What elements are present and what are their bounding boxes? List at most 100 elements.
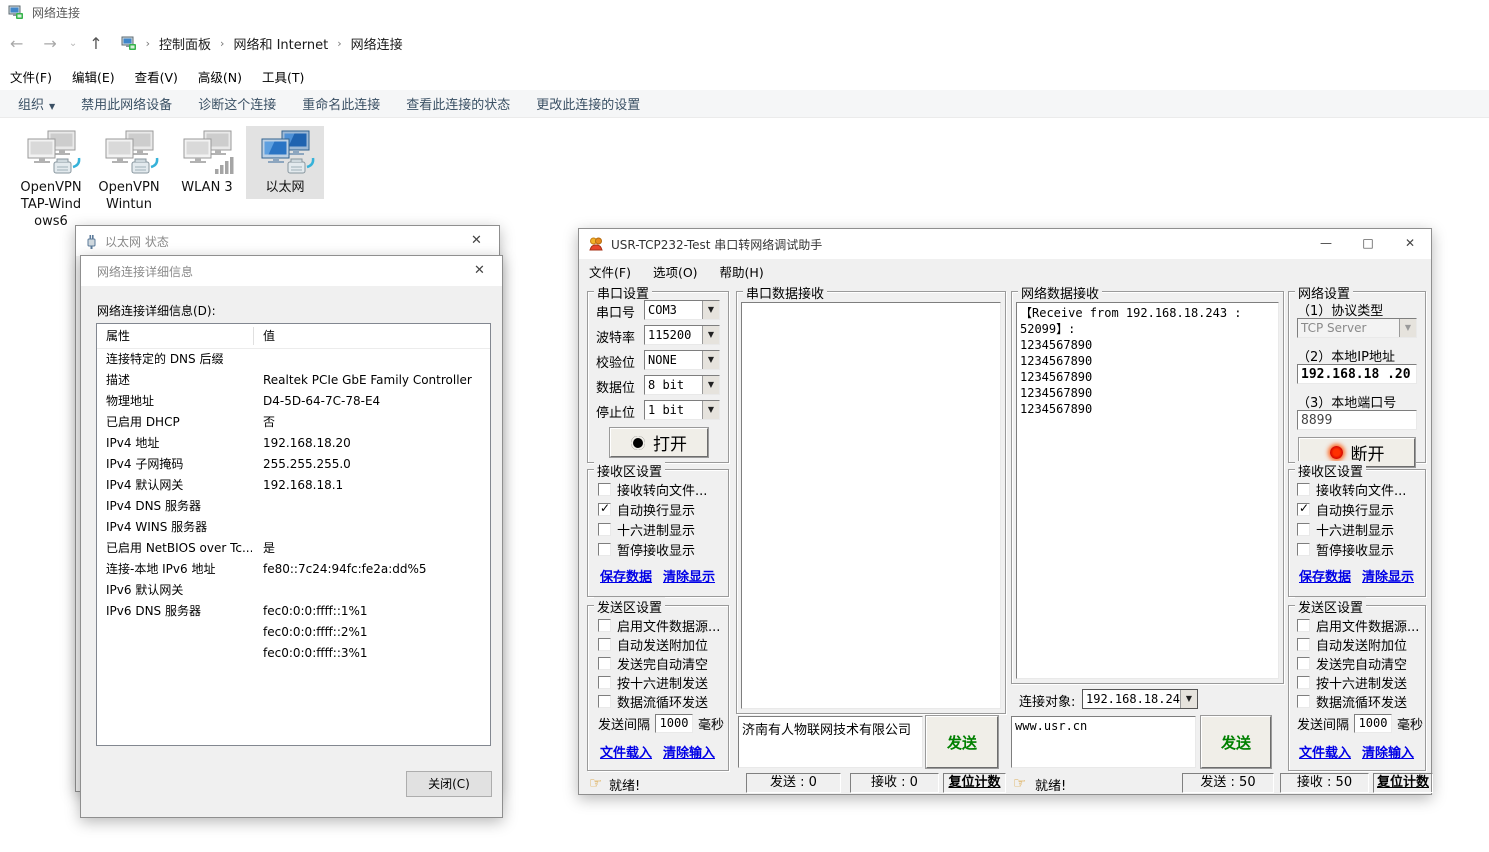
checkbox[interactable] <box>598 657 611 670</box>
checkbox-recv-to-file[interactable]: 接收转向文件... <box>1297 480 1406 499</box>
adapter-openvpn-tap[interactable]: OpenVPNTAP-Windows6 <box>12 126 90 233</box>
adapter-wlan3[interactable]: WLAN 3 <box>168 126 246 199</box>
open-serial-button[interactable]: 打开 <box>610 428 708 457</box>
clear-input-link[interactable]: 清除输入 <box>663 742 715 761</box>
clear-display-link[interactable]: 清除显示 <box>663 566 715 585</box>
serial-reset-count-button[interactable]: 复位计数 <box>943 773 1006 793</box>
chevron-down-icon[interactable]: ▼ <box>702 326 719 344</box>
menu-help[interactable]: 帮助(H) <box>720 262 764 281</box>
disable-device-button[interactable]: 禁用此网络设备 <box>68 94 185 113</box>
table-row[interactable]: fec0:0:0:ffff::3%1 <box>97 643 490 664</box>
column-value[interactable]: 值 <box>263 324 486 348</box>
breadcrumb-item-network-internet[interactable]: 网络和 Internet <box>233 34 328 53</box>
close-icon[interactable]: ✕ <box>1389 229 1431 258</box>
table-row[interactable]: IPv4 地址192.168.18.20 <box>97 433 490 454</box>
minimize-button[interactable]: — <box>1305 229 1347 258</box>
local-port-input[interactable]: 8899 <box>1297 410 1417 430</box>
interval-input[interactable]: 1000 <box>1354 714 1392 733</box>
checkbox[interactable] <box>1297 619 1310 632</box>
history-chevron-icon[interactable]: ⌄ <box>67 38 79 49</box>
view-connection-status-button[interactable]: 查看此连接的状态 <box>393 94 523 113</box>
checkbox[interactable] <box>598 676 611 689</box>
serial-port-combo[interactable]: COM3▼ <box>644 300 720 320</box>
table-row[interactable]: 已启用 NetBIOS over Tc...是 <box>97 538 490 559</box>
load-file-link[interactable]: 文件载入 <box>1299 742 1351 761</box>
checkbox-auto-append[interactable]: 自动发送附加位 <box>1297 635 1407 654</box>
menu-advanced[interactable]: 高级(N) <box>198 67 242 86</box>
save-data-link[interactable]: 保存数据 <box>1299 566 1351 585</box>
checkbox[interactable] <box>1297 523 1310 536</box>
up-button[interactable]: ↑ <box>79 34 112 53</box>
checkbox[interactable] <box>1297 657 1310 670</box>
chevron-down-icon[interactable]: ▼ <box>702 351 719 369</box>
checkbox-hex-display[interactable]: 十六进制显示 <box>1297 520 1394 539</box>
checkbox-send-hex[interactable]: 按十六进制发送 <box>1297 673 1407 692</box>
breadcrumb-item-network-connections[interactable]: 网络连接 <box>351 34 403 53</box>
table-row[interactable]: IPv4 WINS 服务器 <box>97 517 490 538</box>
interval-input[interactable]: 1000 <box>655 714 693 733</box>
checkbox-pause-recv[interactable]: 暂停接收显示 <box>598 540 695 559</box>
chevron-down-icon[interactable]: ▼ <box>702 376 719 394</box>
table-row[interactable]: 描述Realtek PCIe GbE Family Controller <box>97 370 490 391</box>
checkbox[interactable] <box>1297 676 1310 689</box>
checkbox[interactable] <box>598 503 611 516</box>
save-data-link[interactable]: 保存数据 <box>600 566 652 585</box>
menu-tools[interactable]: 工具(T) <box>262 67 304 86</box>
protocol-combo[interactable]: TCP Server▼ <box>1297 318 1417 338</box>
net-reset-count-button[interactable]: 复位计数 <box>1373 773 1433 793</box>
table-row[interactable]: 已启用 DHCP否 <box>97 412 490 433</box>
checkbox[interactable] <box>1297 543 1310 556</box>
checkbox-send-hex[interactable]: 按十六进制发送 <box>598 673 708 692</box>
checkbox[interactable] <box>598 523 611 536</box>
serial-send-input[interactable]: 济南有人物联网技术有限公司 <box>738 716 923 768</box>
table-row[interactable]: IPv6 默认网关 <box>97 580 490 601</box>
change-connection-settings-button[interactable]: 更改此连接的设置 <box>523 94 653 113</box>
checkbox[interactable] <box>1297 483 1310 496</box>
chevron-down-icon[interactable]: ▼ <box>1180 690 1197 708</box>
organize-button[interactable]: 组织▼ <box>5 94 68 113</box>
close-icon[interactable]: ✕ <box>454 226 499 255</box>
stopbits-combo[interactable]: 1 bit▼ <box>644 400 720 420</box>
checkbox-pause-recv[interactable]: 暂停接收显示 <box>1297 540 1394 559</box>
checkbox-file-source[interactable]: 启用文件数据源... <box>1297 616 1419 635</box>
table-row[interactable]: fec0:0:0:ffff::2%1 <box>97 622 490 643</box>
parity-combo[interactable]: NONE▼ <box>644 350 720 370</box>
table-row[interactable]: 物理地址D4-5D-64-7C-78-E4 <box>97 391 490 412</box>
checkbox-clear-after-send[interactable]: 发送完自动清空 <box>1297 654 1407 673</box>
checkbox-clear-after-send[interactable]: 发送完自动清空 <box>598 654 708 673</box>
checkbox-file-source[interactable]: 启用文件数据源... <box>598 616 720 635</box>
adapter-openvpn-wintun[interactable]: OpenVPNWintun <box>90 126 168 216</box>
checkbox-auto-append[interactable]: 自动发送附加位 <box>598 635 708 654</box>
menu-file[interactable]: 文件(F) <box>10 67 52 86</box>
checkbox[interactable] <box>1297 638 1310 651</box>
menu-file[interactable]: 文件(F) <box>589 262 631 281</box>
column-property[interactable]: 属性 <box>106 324 252 348</box>
table-row[interactable]: IPv4 DNS 服务器 <box>97 496 490 517</box>
checkbox-loop-send[interactable]: 数据流循环发送 <box>1297 692 1407 711</box>
local-ip-input[interactable]: 192.168.18 .20 <box>1297 364 1417 384</box>
serial-send-button[interactable]: 发送 <box>926 716 998 768</box>
rename-connection-button[interactable]: 重命名此连接 <box>289 94 393 113</box>
back-button[interactable]: ← <box>0 34 33 53</box>
table-row[interactable]: IPv4 默认网关192.168.18.1 <box>97 475 490 496</box>
clear-input-link[interactable]: 清除输入 <box>1362 742 1414 761</box>
diagnose-connection-button[interactable]: 诊断这个连接 <box>185 94 289 113</box>
chevron-down-icon[interactable]: ▼ <box>702 401 719 419</box>
net-send-button[interactable]: 发送 <box>1201 716 1271 768</box>
net-send-input[interactable]: www.usr.cn <box>1011 716 1196 768</box>
breadcrumb-item-control-panel[interactable]: 控制面板 <box>159 34 211 53</box>
checkbox[interactable] <box>598 638 611 651</box>
checkbox-auto-linefeed[interactable]: 自动换行显示 <box>1297 500 1394 519</box>
table-row[interactable]: IPv6 DNS 服务器fec0:0:0:ffff::1%1 <box>97 601 490 622</box>
chevron-down-icon[interactable]: ▼ <box>702 301 719 319</box>
checkbox[interactable] <box>598 695 611 708</box>
peer-combo[interactable]: 192.168.18.243:520▼ <box>1082 689 1198 709</box>
databits-combo[interactable]: 8 bit▼ <box>644 375 720 395</box>
checkbox-recv-to-file[interactable]: 接收转向文件... <box>598 480 707 499</box>
table-row[interactable]: 连接-本地 IPv6 地址fe80::7c24:94fc:fe2a:dd%5 <box>97 559 490 580</box>
load-file-link[interactable]: 文件载入 <box>600 742 652 761</box>
close-icon[interactable]: ✕ <box>457 256 502 285</box>
clear-display-link[interactable]: 清除显示 <box>1362 566 1414 585</box>
checkbox[interactable] <box>1297 503 1310 516</box>
menu-view[interactable]: 查看(V) <box>135 67 178 86</box>
